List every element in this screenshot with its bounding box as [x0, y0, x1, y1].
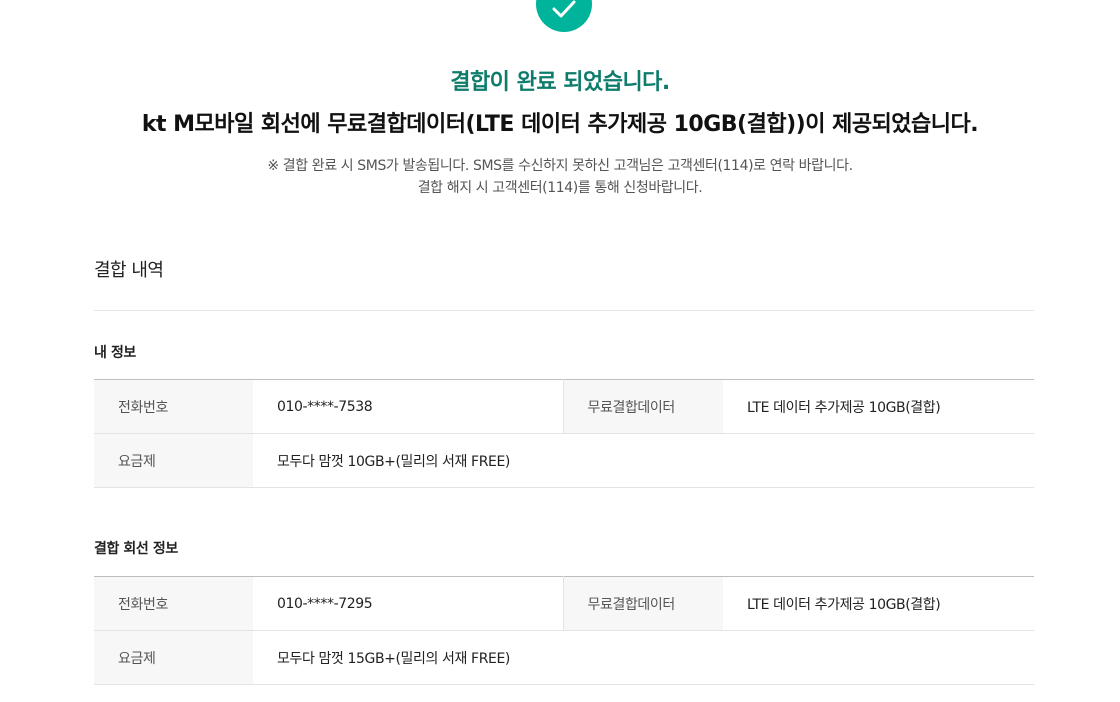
free-data-label: 무료결합데이터 [562, 379, 723, 434]
my-info-title: 내 정보 [94, 345, 136, 361]
my-info-table: 전화번호 010-****-7538 무료결합데이터 LTE 데이터 추가제공 … [94, 379, 1034, 488]
success-title: 결합이 완료 되었습니다. [450, 70, 670, 95]
free-data-value: LTE 데이터 추가제공 10GB(결합) [723, 379, 1034, 434]
plan-value: 모두다 맘껏 15GB+(밀리의 서재 FREE) [253, 630, 1034, 685]
phone-value: 010-****-7538 [253, 379, 563, 434]
table-row: 전화번호 010-****-7295 무료결합데이터 LTE 데이터 추가제공 … [94, 576, 1034, 631]
check-icon [552, 0, 576, 18]
phone-label: 전화번호 [94, 379, 253, 434]
table-row: 요금제 모두다 맘껏 10GB+(밀리의 서재 FREE) [94, 433, 1034, 488]
section-title: 결합 내역 [94, 260, 164, 281]
free-data-value: LTE 데이터 추가제공 10GB(결합) [723, 576, 1034, 631]
sms-notice: ※ 결합 완료 시 SMS가 발송됩니다. SMS를 수신하지 못하신 고객님은… [267, 158, 853, 174]
free-data-label: 무료결합데이터 [562, 576, 723, 631]
main-message: kt M모바일 회선에 무료결합데이터(LTE 데이터 추가제공 10GB(결합… [141, 112, 979, 137]
section-divider [94, 310, 1034, 311]
plan-label: 요금제 [94, 630, 253, 685]
plan-label: 요금제 [94, 433, 253, 488]
success-badge [536, 0, 592, 32]
combined-info-title: 결합 회선 정보 [94, 541, 178, 557]
table-row: 요금제 모두다 맘껏 15GB+(밀리의 서재 FREE) [94, 630, 1034, 685]
table-row: 전화번호 010-****-7538 무료결합데이터 LTE 데이터 추가제공 … [94, 379, 1034, 434]
phone-label: 전화번호 [94, 576, 253, 631]
plan-value: 모두다 맘껏 10GB+(밀리의 서재 FREE) [253, 433, 1034, 488]
phone-value: 010-****-7295 [253, 576, 563, 631]
combination-complete-page: 결합이 완료 되었습니다. kt M모바일 회선에 무료결합데이터(LTE 데이… [0, 0, 1120, 702]
combined-info-table: 전화번호 010-****-7295 무료결합데이터 LTE 데이터 추가제공 … [94, 576, 1034, 685]
cancel-notice: 결합 해지 시 고객센터(114)를 통해 신청바랍니다. [417, 180, 703, 196]
